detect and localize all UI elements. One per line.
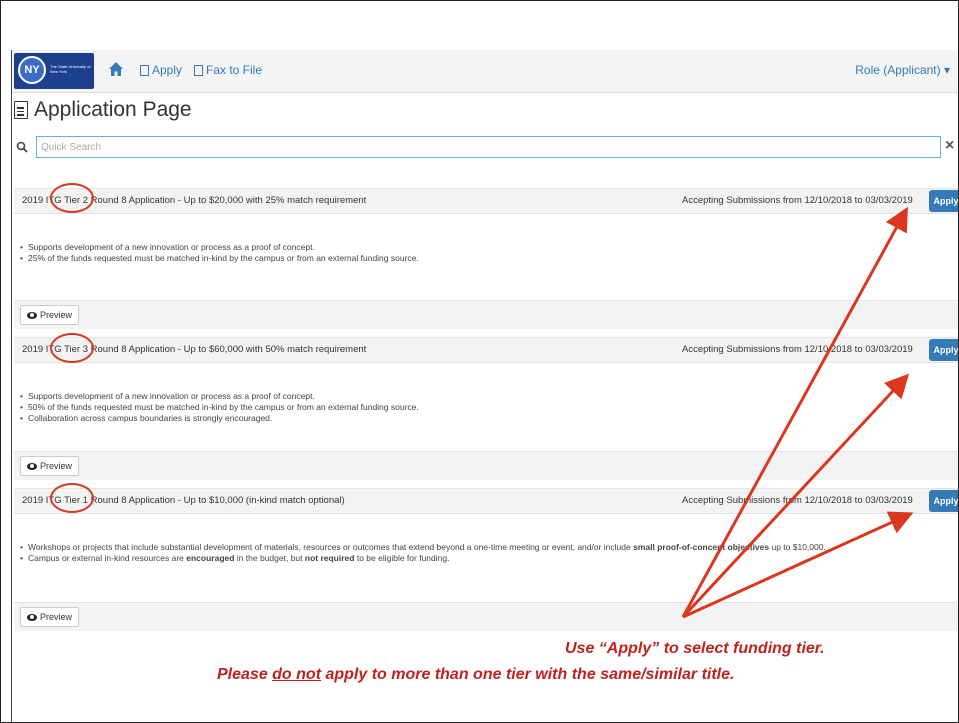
preview-label: Preview: [40, 461, 73, 471]
document-icon: [140, 64, 149, 76]
search-input[interactable]: [36, 136, 941, 158]
bullet-item: Workshops or projects that include subst…: [20, 542, 826, 553]
eye-icon: [27, 462, 37, 470]
instruction-callout-line-1: Use “Apply” to select funding tier.: [565, 640, 825, 657]
preview-label: Preview: [40, 612, 73, 622]
tier-2-highlight-circle: [50, 183, 94, 213]
preview-button[interactable]: Preview: [20, 607, 80, 627]
application-screen: NY The State University of New York Appl…: [11, 50, 958, 722]
submission-dates: Accepting Submissions from 12/10/2018 to…: [682, 195, 913, 206]
tier-description: Workshops or projects that include subst…: [20, 542, 826, 564]
bullet-item: 50% of the funds requested must be match…: [20, 402, 419, 413]
nav-apply-label: Apply: [152, 63, 183, 77]
tier-3-highlight-circle: [50, 333, 94, 363]
top-navbar: NY The State University of New York Appl…: [12, 50, 958, 93]
page-title-text: Application Page: [34, 98, 192, 121]
instruction-callout-line-2: Please do not apply to more than one tie…: [217, 666, 735, 683]
suny-logo[interactable]: NY The State University of New York: [14, 53, 94, 89]
bullet-item: Supports development of a new innovation…: [20, 242, 419, 253]
submission-dates: Accepting Submissions from 12/10/2018 to…: [682, 344, 913, 355]
bullet-item: Supports development of a new innovation…: [20, 391, 419, 402]
preview-button[interactable]: Preview: [20, 305, 80, 325]
preview-label: Preview: [40, 310, 73, 320]
tier-description: Supports development of a new innovation…: [20, 242, 419, 264]
tier-1-highlight-circle: [50, 483, 94, 513]
search-icon: [16, 141, 28, 153]
tier-header: 2019 ITG Tier 2 Round 8 Application - Up…: [14, 188, 958, 214]
bullet-item: Collaboration across campus boundaries i…: [20, 413, 419, 424]
tier-description: Supports development of a new innovation…: [20, 391, 419, 424]
bullet-item: 25% of the funds requested must be match…: [20, 253, 419, 264]
preview-bar: Preview: [14, 602, 958, 631]
home-icon[interactable]: [108, 61, 124, 77]
nav-fax-to-file-link[interactable]: Fax to File: [194, 63, 262, 77]
tier-header: 2019 ITG Tier 3 Round 8 Application - Up…: [14, 337, 958, 363]
quick-search-bar: ×: [12, 136, 958, 158]
apply-button[interactable]: Apply: [929, 190, 958, 212]
submission-dates: Accepting Submissions from 12/10/2018 to…: [682, 495, 913, 506]
preview-bar: Preview: [14, 451, 958, 480]
apply-button[interactable]: Apply: [929, 339, 958, 361]
tier-header: 2019 ITG Tier 1 Round 8 Application - Up…: [14, 488, 958, 514]
bullet-item: Campus or external in-kind resources are…: [20, 553, 826, 564]
eye-icon: [27, 311, 37, 319]
apply-button[interactable]: Apply: [929, 490, 958, 512]
logo-emblem: NY: [18, 56, 46, 84]
file-text-icon: [14, 101, 28, 119]
preview-bar: Preview: [14, 300, 958, 329]
logo-text: The State University of New York: [50, 64, 91, 74]
page-title: Application Page: [14, 98, 192, 122]
fax-document-icon: [194, 64, 203, 76]
clear-search-icon[interactable]: ×: [945, 137, 954, 155]
role-dropdown[interactable]: Role (Applicant) ▾: [855, 63, 950, 77]
nav-apply-link[interactable]: Apply: [140, 63, 182, 77]
eye-icon: [27, 613, 37, 621]
nav-fax-label: Fax to File: [206, 63, 263, 77]
preview-button[interactable]: Preview: [20, 456, 80, 476]
